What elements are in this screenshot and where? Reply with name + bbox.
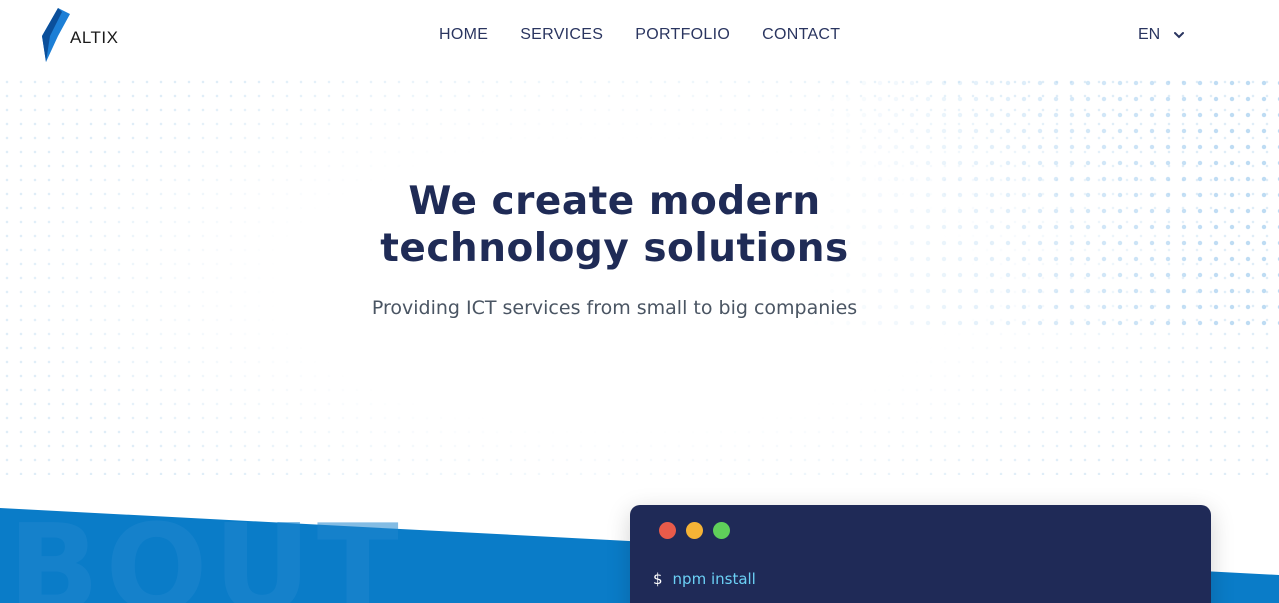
terminal-window: $ npm install [630, 505, 1211, 603]
brand-logo[interactable]: ALTIX [40, 6, 118, 64]
yellow-window-dot-icon[interactable] [686, 522, 703, 539]
main-nav: HOME SERVICES PORTFOLIO CONTACT [439, 24, 872, 46]
about-watermark: BOUT [8, 500, 405, 603]
nav-portfolio[interactable]: PORTFOLIO [635, 24, 730, 46]
chevron-down-icon [1174, 32, 1185, 39]
language-selector[interactable]: EN [1138, 24, 1185, 46]
green-window-dot-icon[interactable] [713, 522, 730, 539]
window-controls [659, 522, 730, 539]
brand-name: ALTIX [70, 28, 119, 47]
hero-title: We create modern technology solutions [0, 178, 1229, 272]
hero-title-line-1: We create modern [408, 179, 821, 224]
hero-title-line-2: technology solutions [380, 226, 849, 271]
nav-contact[interactable]: CONTACT [762, 24, 840, 46]
language-value: EN [1138, 26, 1161, 43]
nav-services[interactable]: SERVICES [520, 24, 603, 46]
altix-logo-icon [42, 8, 70, 62]
terminal-prompt: $ [653, 570, 663, 588]
red-window-dot-icon[interactable] [659, 522, 676, 539]
terminal-line: $ npm install [653, 570, 756, 588]
site-header: ALTIX HOME SERVICES PORTFOLIO CONTACT EN [0, 0, 1279, 72]
hero-subtitle: Providing ICT services from small to big… [371, 297, 858, 319]
nav-home[interactable]: HOME [439, 24, 488, 46]
terminal-command: npm install [672, 570, 756, 588]
